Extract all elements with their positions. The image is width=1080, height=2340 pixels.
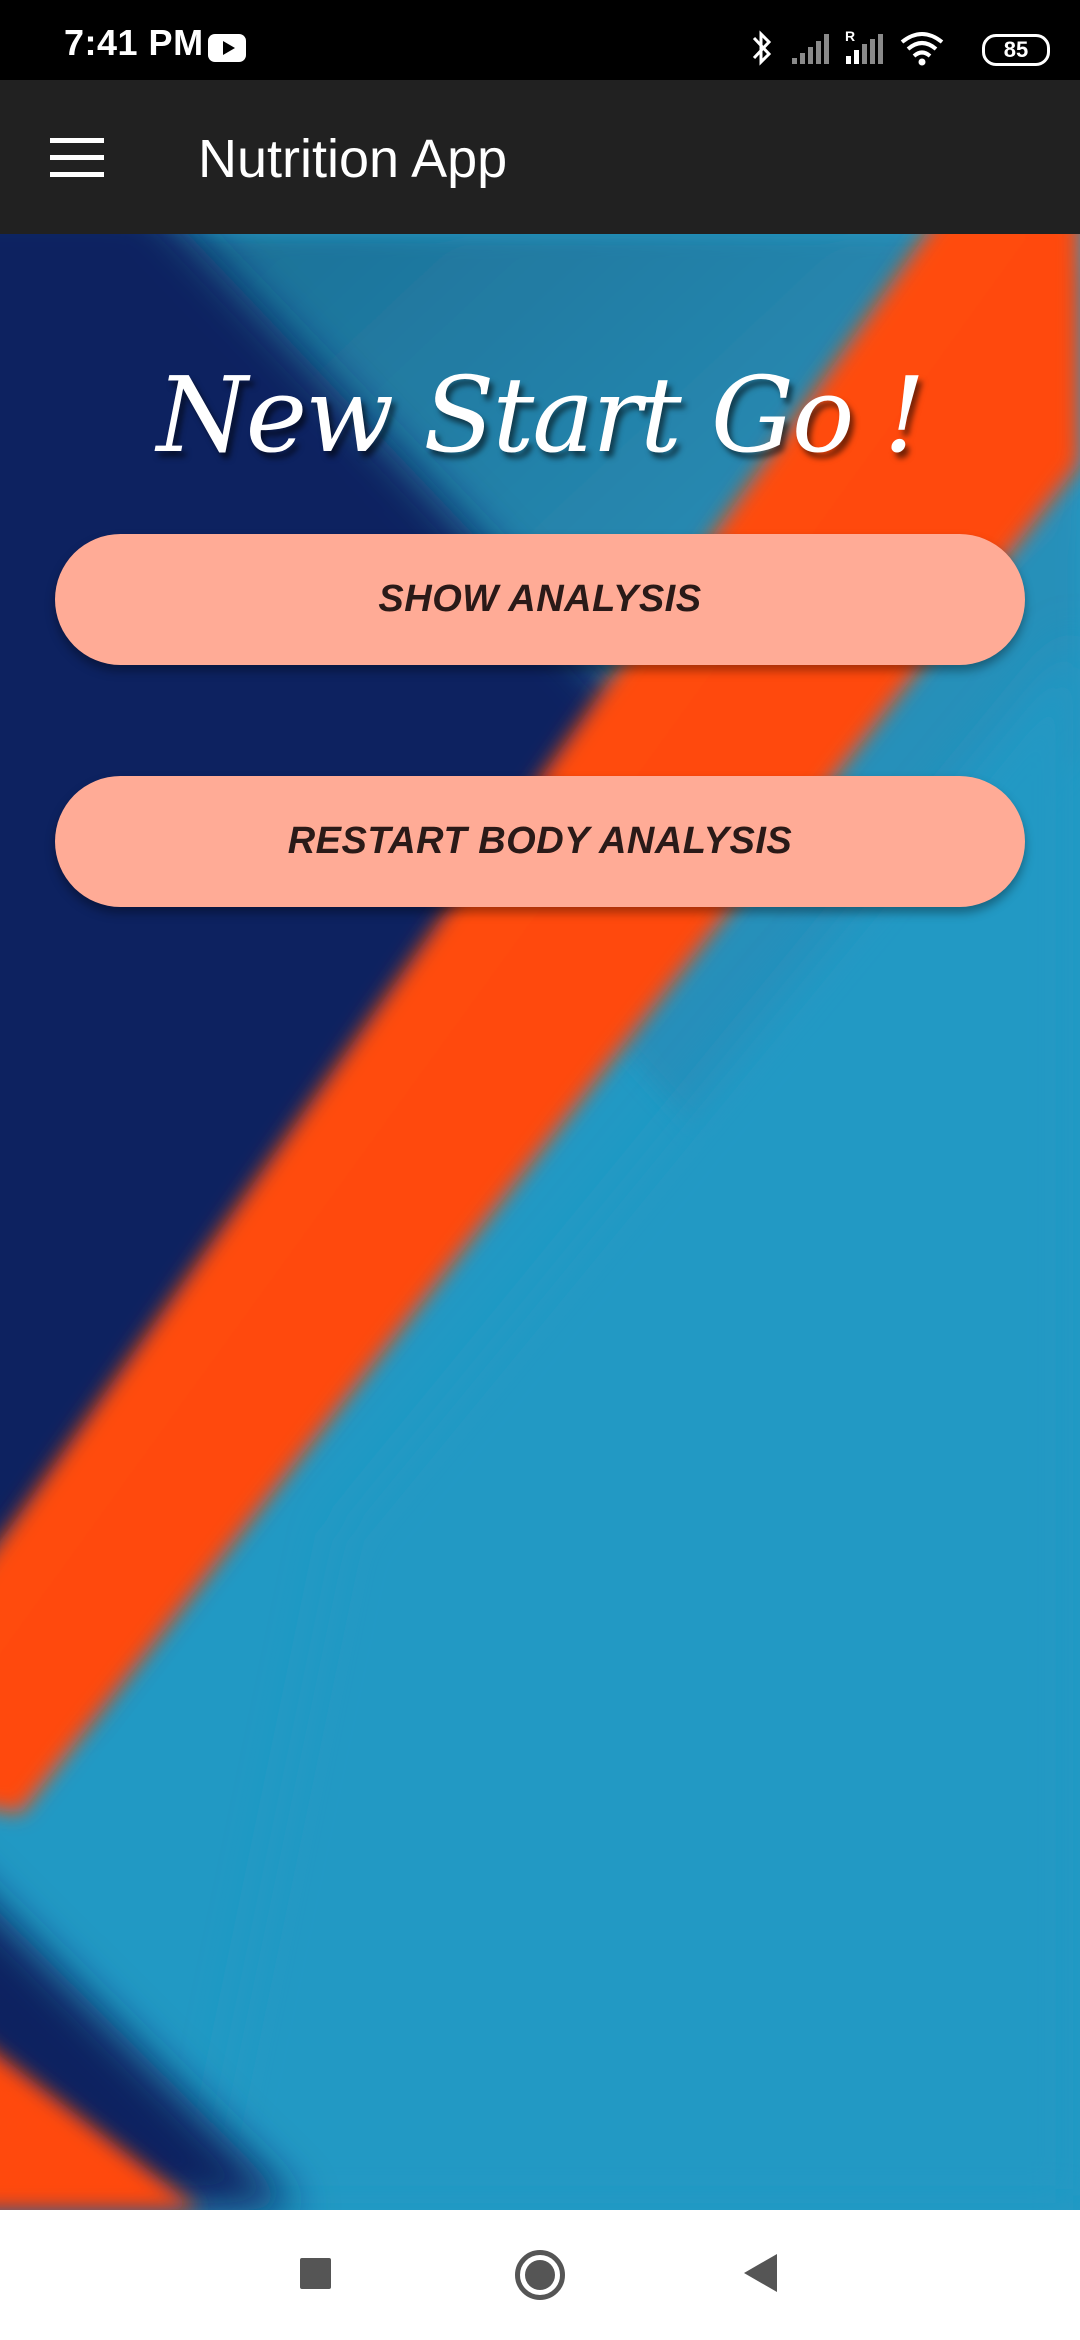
screen: 7:41 PM R 85 Nutrition App New Start Go … bbox=[0, 0, 1080, 2340]
recents-icon[interactable] bbox=[300, 2258, 331, 2289]
youtube-icon bbox=[208, 34, 246, 62]
background-wallpaper bbox=[0, 234, 1080, 2210]
bluetooth-icon bbox=[752, 30, 772, 66]
show-analysis-button[interactable]: SHOW ANALYSIS bbox=[55, 534, 1025, 665]
hamburger-menu-icon[interactable] bbox=[50, 138, 104, 178]
signal-icon bbox=[792, 34, 829, 64]
back-icon[interactable] bbox=[744, 2254, 777, 2292]
app-bar: Nutrition App bbox=[0, 80, 1080, 234]
battery-level: 85 bbox=[1003, 37, 1029, 62]
wifi-icon bbox=[900, 32, 944, 66]
home-icon[interactable] bbox=[515, 2250, 565, 2300]
restart-body-analysis-button[interactable]: RESTART BODY ANALYSIS bbox=[55, 776, 1025, 907]
app-title: Nutrition App bbox=[198, 129, 508, 189]
status-icons: R 85 bbox=[750, 28, 1050, 68]
roaming-signal-icon: R bbox=[845, 28, 883, 64]
main-content: New Start Go ! SHOW ANALYSIS RESTART BOD… bbox=[0, 234, 1080, 2210]
status-time: 7:41 PM bbox=[64, 22, 204, 63]
headline: New Start Go ! bbox=[156, 354, 926, 476]
status-bar: 7:41 PM R 85 bbox=[0, 0, 1080, 80]
battery-icon: 85 bbox=[982, 34, 1050, 66]
navigation-bar bbox=[0, 2210, 1080, 2340]
svg-text:R: R bbox=[845, 28, 855, 44]
